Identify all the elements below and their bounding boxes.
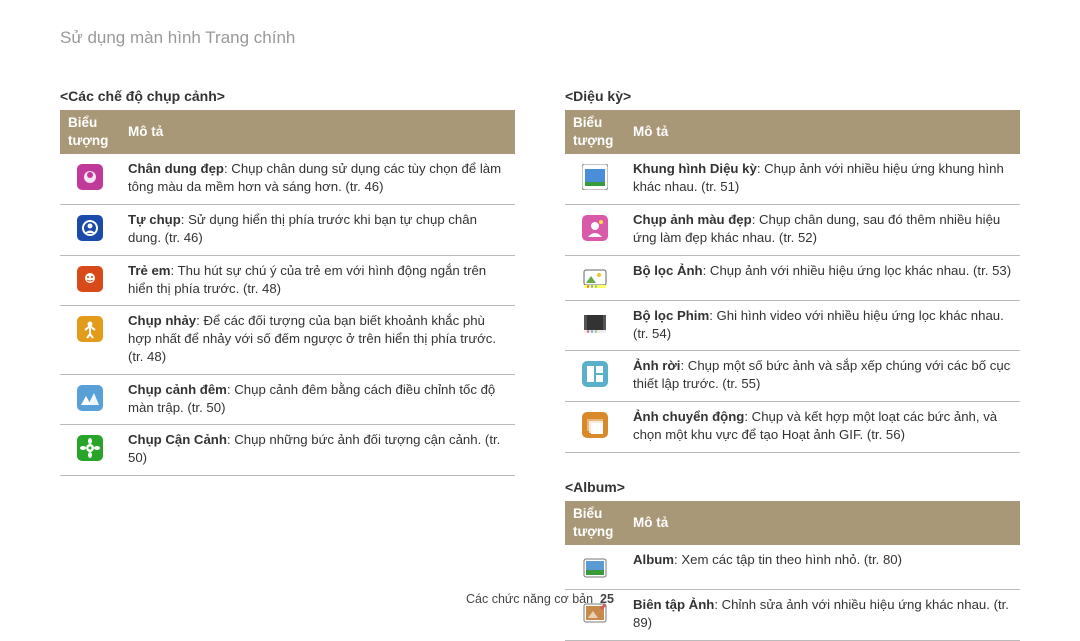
shoot-table: Biểu tượng Mô tả Chân dung đẹp: Chụp châ… [60,110,515,476]
row-desc: : Chụp ảnh với nhiều hiệu ứng lọc khác n… [703,263,1012,278]
section-magic-title: <Diệu kỳ> [565,88,1020,104]
page-title: Sử dụng màn hình Trang chính [60,28,1020,48]
page-number: 25 [600,592,614,606]
movie-filter-icon [582,311,608,337]
row-name: Chân dung đẹp [128,161,224,176]
self-shot-icon [77,215,103,241]
row-desc: : Sử dụng hiển thị phía trước khi bạn tự… [128,212,477,245]
col-desc: Mô tả [120,110,515,154]
col-icon: Biểu tượng [565,110,625,154]
section-shoot-title: <Các chế độ chụp cảnh> [60,88,515,104]
col-icon: Biểu tượng [565,501,625,545]
row-name: Khung hình Diệu kỳ [633,161,757,176]
row-name: Bộ lọc Phim [633,308,709,323]
table-row: Trẻ em: Thu hút sự chú ý của trẻ em với … [60,255,515,306]
magic-table: Biểu tượng Mô tả Khung hình Diệu kỳ: Chụ… [565,110,1020,453]
row-desc: : Xem các tập tin theo hình nhỏ. (tr. 80… [674,552,902,567]
table-row: Ảnh rời: Chụp một số bức ảnh và sắp xếp … [565,351,1020,402]
row-name: Trẻ em [128,263,171,278]
night-shot-icon [77,385,103,411]
split-shot-icon [582,361,608,387]
closeup-icon [77,435,103,461]
row-name: Tự chụp [128,212,181,227]
table-row: Album: Xem các tập tin theo hình nhỏ. (t… [565,545,1020,590]
row-desc: : Chụp một số bức ảnh và sắp xếp chúng v… [633,358,1010,391]
row-name: Bộ lọc Ảnh [633,263,703,278]
table-row: Chân dung đẹp: Chụp chân dung sử dụng cá… [60,154,515,204]
row-desc: : Thu hút sự chú ý của trẻ em với hình đ… [128,263,486,296]
row-name: Chụp ảnh màu đẹp [633,212,752,227]
content-columns: <Các chế độ chụp cảnh> Biểu tượng Mô tả … [60,80,1020,641]
table-row: Chụp Cận Cảnh: Chụp những bức ảnh đối tư… [60,425,515,476]
photo-filter-icon [582,266,608,292]
table-row: Bộ lọc Phim: Ghi hình video với nhiều hi… [565,300,1020,351]
col-desc: Mô tả [625,501,1020,545]
row-name: Ảnh chuyển động [633,409,744,424]
footer-text: Các chức năng cơ bản [466,592,593,606]
motion-photo-icon [582,412,608,438]
col-icon: Biểu tượng [60,110,120,154]
table-row: Ảnh chuyển động: Chụp và kết hợp một loạ… [565,401,1020,452]
col-desc: Mô tả [625,110,1020,154]
table-row: Khung hình Diệu kỳ: Chụp ảnh với nhiều h… [565,154,1020,204]
page-footer: Các chức năng cơ bản 25 [0,592,1080,606]
kids-icon [77,266,103,292]
row-name: Chụp cảnh đêm [128,382,227,397]
row-name: Chụp nhảy [128,313,196,328]
magic-frame-icon [582,164,608,190]
left-column: <Các chế độ chụp cảnh> Biểu tượng Mô tả … [60,80,515,641]
table-row: Tự chụp: Sử dụng hiển thị phía trước khi… [60,205,515,256]
right-column: <Diệu kỳ> Biểu tượng Mô tả Khung hình Di… [565,80,1020,641]
table-row: Chụp ảnh màu đẹp: Chụp chân dung, sau đó… [565,205,1020,256]
row-name: Chụp Cận Cảnh [128,432,227,447]
row-name: Ảnh rời [633,358,680,373]
beauty-color-icon [582,215,608,241]
section-album-title: <Album> [565,479,1020,495]
album-icon [582,555,608,581]
table-row: Bộ lọc Ảnh: Chụp ảnh với nhiều hiệu ứng … [565,255,1020,300]
row-name: Album [633,552,674,567]
album-table: Biểu tượng Mô tả Album: Xem các tập tin … [565,501,1020,641]
table-row: Chụp nhảy: Để các đối tượng của bạn biết… [60,306,515,374]
jump-shot-icon [77,316,103,342]
beauty-portrait-icon [77,164,103,190]
table-row: Chụp cảnh đêm: Chụp cảnh đêm bằng cách đ… [60,374,515,425]
